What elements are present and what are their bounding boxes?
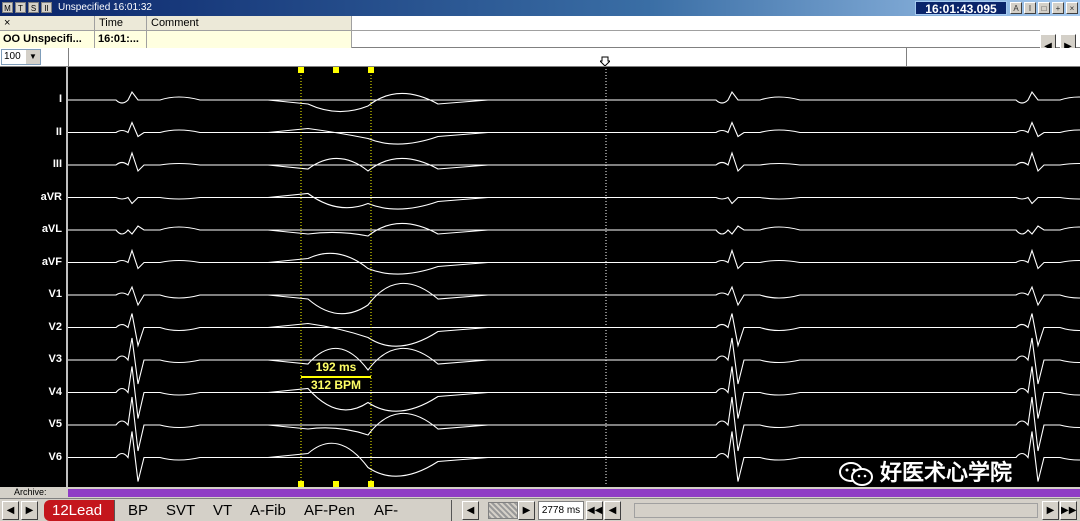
pause-button[interactable]: II <box>41 2 52 13</box>
tab-af-pen[interactable]: AF-Pen <box>296 500 368 521</box>
title-bar: M T S II Unspecified 16:01:32 16:01:43.0… <box>0 0 1080 16</box>
ecg-traces <box>68 67 1080 487</box>
caliper-handle[interactable] <box>298 67 304 73</box>
archive-strip: Archive: <box>0 487 1080 498</box>
event-comment-cell[interactable] <box>147 31 352 48</box>
zoom-select[interactable]: 100 ▼ <box>1 49 41 65</box>
window-duration[interactable]: 2778 ms <box>538 501 584 520</box>
caliper-handle[interactable] <box>368 67 374 73</box>
lead-label-avl: aVL <box>41 223 62 235</box>
trace-avf <box>68 248 1080 275</box>
trace-i <box>68 90 1080 113</box>
step-forward-button[interactable]: ▶ <box>1042 501 1059 520</box>
trace-iii <box>68 151 1080 173</box>
lead-label-v5: V5 <box>48 418 62 430</box>
caliper-handle[interactable] <box>333 67 339 73</box>
close-button[interactable]: × <box>1066 2 1078 14</box>
lead-label-v4: V4 <box>48 385 62 398</box>
chevron-down-icon[interactable]: ▼ <box>26 50 40 64</box>
trace-v5 <box>68 396 1080 452</box>
comment-column-header[interactable]: Comment <box>147 16 352 31</box>
trace-v2 <box>68 313 1080 348</box>
ecg-trace-area[interactable]: 192 ms 312 BPM <box>68 67 1080 487</box>
zoom-divider <box>68 48 69 67</box>
lead-label-v3: V3 <box>48 353 62 365</box>
zoom-value: 100 <box>4 51 21 62</box>
marker-arrow-icon[interactable] <box>598 53 612 67</box>
caliper-interval: 192 ms <box>315 360 357 374</box>
rewind-button[interactable]: ◀◀ <box>586 501 603 520</box>
caliper-rate: 312 BPM <box>310 378 362 392</box>
clock-display: 16:01:43.095 <box>915 1 1007 16</box>
step-back-button[interactable]: ◀ <box>604 501 621 520</box>
trace-v1 <box>68 282 1080 315</box>
time-column-header[interactable]: Time <box>95 16 147 31</box>
tab-bar: ◀ ▶ 12Lead BP SVT VT A-Fib AF-Pen AF-CRY… <box>0 498 1080 521</box>
restore-button[interactable]: □ <box>1038 2 1050 14</box>
app-window: M T S II Unspecified 16:01:32 16:01:43.0… <box>0 0 1080 521</box>
archive-label: Archive: <box>14 487 47 497</box>
lead-label-v1: V1 <box>48 288 62 300</box>
lead-label-iii: III <box>52 158 62 170</box>
watermark: 好医术心学院 <box>838 455 1012 487</box>
watermark-text: 好医术心学院 <box>880 461 1013 486</box>
move-button[interactable]: + <box>1052 2 1064 14</box>
lead-label-v2: V2 <box>48 320 62 333</box>
trace-ii <box>68 121 1080 145</box>
event-table: × Time Comment OO Unspecifi... 16:01:...… <box>0 16 1080 60</box>
lead-label-avf: aVF <box>41 255 62 268</box>
trace-avr <box>68 192 1080 210</box>
lead-label-avr: aVR <box>40 190 62 203</box>
event-time-cell[interactable]: 16:01:... <box>95 31 147 48</box>
wechat-icon <box>838 461 874 487</box>
event-header-empty <box>352 16 1040 31</box>
trace-v4 <box>68 366 1080 419</box>
i-button[interactable]: I <box>1024 2 1036 14</box>
lead-label-column: I II III aVR aVL aVF V1 V2 V3 V4 V5 V6 <box>0 67 68 487</box>
tab-a-fib[interactable]: A-Fib <box>242 500 299 521</box>
archive-bar[interactable] <box>68 489 1080 497</box>
tab-scroll-right-button[interactable]: ▶ <box>21 501 38 520</box>
window-title: Unspecified 16:01:32 <box>58 2 152 13</box>
tab-bp[interactable]: BP <box>120 500 162 521</box>
tab-scroll-left-button[interactable]: ◀ <box>2 501 19 520</box>
event-name-cell[interactable]: OO Unspecifi... <box>0 31 95 48</box>
zoom-divider <box>906 48 907 67</box>
tab-vt[interactable]: VT <box>205 500 246 521</box>
mode-t-button[interactable]: T <box>15 2 26 13</box>
playback-scrubber[interactable] <box>488 502 518 519</box>
timeline-track[interactable] <box>634 503 1038 518</box>
play-back-button[interactable]: ◀ <box>462 501 479 520</box>
play-forward-button[interactable]: ▶ <box>518 501 535 520</box>
lead-label-ii: II <box>55 125 62 138</box>
zoom-bar: 100 ▼ <box>0 48 1080 67</box>
tab-af-cryo[interactable]: AF-CRYO <box>366 500 452 521</box>
tab-12lead[interactable]: 12Lead <box>44 500 116 521</box>
fast-forward-button[interactable]: ▶▶ <box>1060 501 1077 520</box>
mode-m-button[interactable]: M <box>2 2 13 13</box>
mode-s-button[interactable]: S <box>28 2 39 13</box>
lead-label-v6: V6 <box>48 450 62 463</box>
trace-v3 <box>68 337 1080 385</box>
trace-avl <box>68 222 1080 237</box>
event-close-icon[interactable]: × <box>0 16 95 31</box>
a-button[interactable]: A <box>1010 2 1022 14</box>
lead-label-i: I <box>58 93 62 105</box>
tab-svt[interactable]: SVT <box>158 500 209 521</box>
